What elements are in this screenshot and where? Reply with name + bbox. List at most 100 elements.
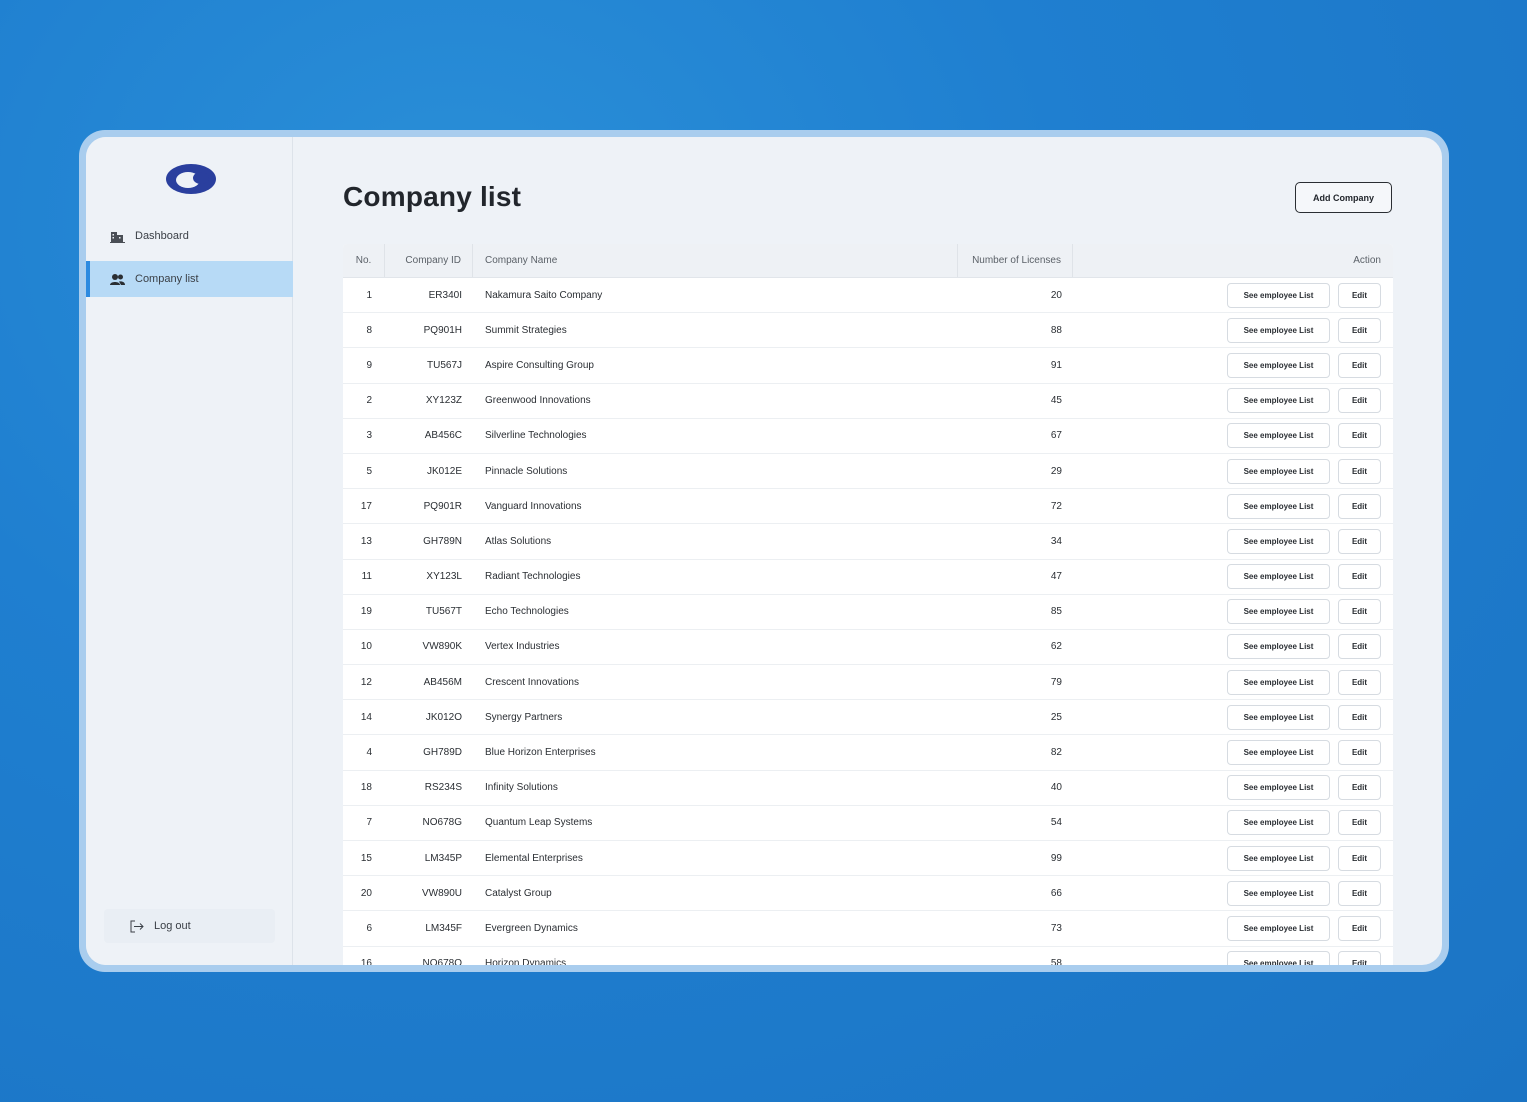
cell-no: 6 bbox=[366, 922, 372, 934]
cell-licenses: 99 bbox=[1050, 852, 1062, 864]
table-row: 14 JK012O Synergy Partners 25 See employee L… bbox=[343, 700, 1393, 736]
edit-button[interactable]: Edit bbox=[1338, 634, 1381, 660]
edit-button[interactable]: Edit bbox=[1338, 599, 1381, 625]
see-employee-list-button[interactable]: See employee List bbox=[1227, 915, 1330, 941]
cell-no: 2 bbox=[366, 395, 372, 407]
cell-company-id: JK012O bbox=[425, 711, 462, 723]
logout-button[interactable]: Log out bbox=[104, 909, 275, 943]
cell-company-name: Aspire Consulting Group bbox=[485, 359, 594, 371]
see-employee-list-button[interactable]: See employee List bbox=[1227, 564, 1330, 590]
page-title: Company list bbox=[343, 181, 522, 212]
cell-actions: See employee List Edit bbox=[1073, 876, 1393, 910]
header-company-name[interactable]: Company Name bbox=[473, 244, 958, 277]
logout-label: Log out bbox=[154, 920, 191, 932]
header-licenses[interactable]: Number of Licenses bbox=[958, 244, 1073, 277]
building-icon bbox=[110, 231, 125, 243]
cell-company-id: ER340I bbox=[428, 289, 462, 301]
cell-company-name: Horizon Dynamics bbox=[485, 958, 567, 965]
cell-no: 8 bbox=[366, 324, 372, 336]
table-row: 12 AB456M Crescent Innovations 79 See employ… bbox=[343, 665, 1393, 701]
see-employee-list-button[interactable]: See employee List bbox=[1227, 704, 1330, 730]
users-icon bbox=[110, 273, 125, 285]
edit-button[interactable]: Edit bbox=[1338, 669, 1381, 695]
cell-licenses: 54 bbox=[1050, 817, 1062, 829]
cell-no: 14 bbox=[360, 711, 372, 723]
cell-actions: See employee List Edit bbox=[1073, 384, 1393, 418]
header-company-id[interactable]: Company ID bbox=[385, 244, 473, 277]
cell-licenses: 58 bbox=[1050, 958, 1062, 965]
edit-button[interactable]: Edit bbox=[1338, 564, 1381, 590]
see-employee-list-button[interactable]: See employee List bbox=[1227, 282, 1330, 308]
see-employee-list-button[interactable]: See employee List bbox=[1227, 845, 1330, 871]
cell-licenses: 85 bbox=[1050, 606, 1062, 618]
see-employee-list-button[interactable]: See employee List bbox=[1227, 599, 1330, 625]
table-row: 1 ER340I Nakamura Saito Company 20 See emplo… bbox=[343, 278, 1393, 314]
header-no[interactable]: No. bbox=[343, 244, 385, 277]
cell-no: 12 bbox=[360, 676, 372, 688]
cell-company-id: VW890U bbox=[421, 887, 462, 899]
see-employee-list-button[interactable]: See employee List bbox=[1227, 951, 1330, 965]
cell-licenses: 82 bbox=[1050, 747, 1062, 759]
sidebar-item-label: Dashboard bbox=[135, 230, 189, 242]
cell-no: 15 bbox=[360, 852, 372, 864]
see-employee-list-button[interactable]: See employee List bbox=[1227, 669, 1330, 695]
cell-no: 1 bbox=[366, 289, 372, 301]
cell-company-id: LM345F bbox=[425, 922, 462, 934]
cell-company-name: Vertex Industries bbox=[485, 641, 560, 653]
edit-button[interactable]: Edit bbox=[1338, 704, 1381, 730]
cell-licenses: 47 bbox=[1050, 571, 1062, 583]
cell-no: 17 bbox=[360, 500, 372, 512]
see-employee-list-button[interactable]: See employee List bbox=[1227, 317, 1330, 343]
cell-licenses: 79 bbox=[1050, 676, 1062, 688]
edit-button[interactable]: Edit bbox=[1338, 423, 1381, 449]
cell-actions: See employee List Edit bbox=[1073, 524, 1393, 558]
cell-company-name: Radiant Technologies bbox=[485, 571, 581, 583]
edit-button[interactable]: Edit bbox=[1338, 282, 1381, 308]
cell-company-id: AB456M bbox=[423, 676, 462, 688]
edit-button[interactable]: Edit bbox=[1338, 775, 1381, 801]
see-employee-list-button[interactable]: See employee List bbox=[1227, 880, 1330, 906]
sidebar-item-label: Company list bbox=[135, 273, 199, 285]
cell-actions: See employee List Edit bbox=[1073, 419, 1393, 453]
edit-button[interactable]: Edit bbox=[1338, 951, 1381, 965]
main-content: Company list Add Company No. Company ID … bbox=[293, 137, 1442, 965]
cell-actions: See employee List Edit bbox=[1073, 841, 1393, 875]
edit-button[interactable]: Edit bbox=[1338, 740, 1381, 766]
cell-licenses: 67 bbox=[1050, 430, 1062, 442]
sidebar-item-company-list[interactable]: Company list bbox=[86, 261, 293, 297]
table-row: 11 XY123L Radiant Technologies 47 See employ… bbox=[343, 560, 1393, 595]
edit-button[interactable]: Edit bbox=[1338, 458, 1381, 484]
see-employee-list-button[interactable]: See employee List bbox=[1227, 458, 1330, 484]
table-row: 8 PQ901H Summit Strategies 88 See employee L… bbox=[343, 313, 1393, 349]
see-employee-list-button[interactable]: See employee List bbox=[1227, 388, 1330, 414]
see-employee-list-button[interactable]: See employee List bbox=[1227, 634, 1330, 660]
cell-company-name: Quantum Leap Systems bbox=[485, 817, 593, 829]
edit-button[interactable]: Edit bbox=[1338, 388, 1381, 414]
edit-button[interactable]: Edit bbox=[1338, 810, 1381, 836]
cell-actions: See employee List Edit bbox=[1073, 630, 1393, 664]
cell-licenses: 40 bbox=[1050, 782, 1062, 794]
edit-button[interactable]: Edit bbox=[1338, 915, 1381, 941]
see-employee-list-button[interactable]: See employee List bbox=[1227, 423, 1330, 449]
sidebar-item-dashboard[interactable]: Dashboard bbox=[86, 218, 293, 254]
see-employee-list-button[interactable]: See employee List bbox=[1227, 775, 1330, 801]
edit-button[interactable]: Edit bbox=[1338, 845, 1381, 871]
cell-licenses: 20 bbox=[1050, 289, 1062, 301]
see-employee-list-button[interactable]: See employee List bbox=[1227, 528, 1330, 554]
edit-button[interactable]: Edit bbox=[1338, 317, 1381, 343]
add-company-button[interactable]: Add Company bbox=[1295, 182, 1392, 213]
edit-button[interactable]: Edit bbox=[1338, 352, 1381, 378]
cell-company-name: Infinity Solutions bbox=[485, 782, 558, 794]
edit-button[interactable]: Edit bbox=[1338, 880, 1381, 906]
cell-company-name: Elemental Enterprises bbox=[485, 852, 583, 864]
see-employee-list-button[interactable]: See employee List bbox=[1227, 493, 1330, 519]
edit-button[interactable]: Edit bbox=[1338, 493, 1381, 519]
edit-button[interactable]: Edit bbox=[1338, 528, 1381, 554]
cell-company-id: PQ901R bbox=[423, 500, 462, 512]
cell-actions: See employee List Edit bbox=[1073, 278, 1393, 312]
see-employee-list-button[interactable]: See employee List bbox=[1227, 740, 1330, 766]
table-row: 6 LM345F Evergreen Dynamics 73 See employee … bbox=[343, 911, 1393, 947]
see-employee-list-button[interactable]: See employee List bbox=[1227, 810, 1330, 836]
see-employee-list-button[interactable]: See employee List bbox=[1227, 352, 1330, 378]
cell-company-name: Atlas Solutions bbox=[485, 535, 552, 547]
